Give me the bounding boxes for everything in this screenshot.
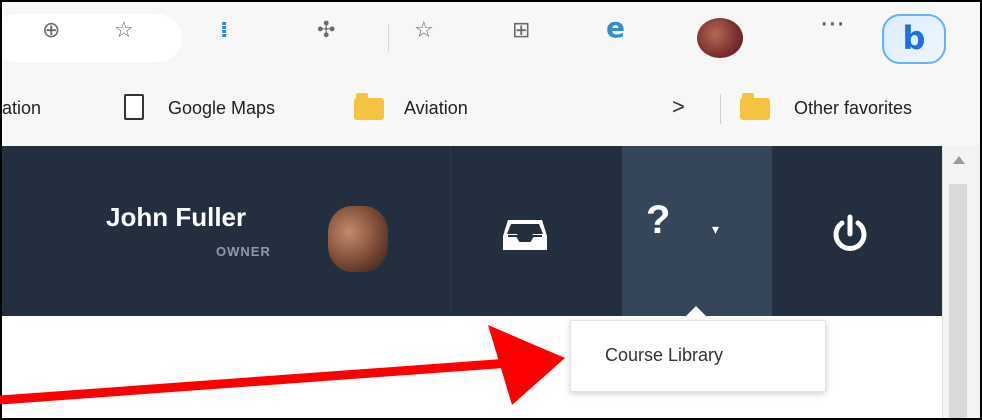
- address-bar-pill[interactable]: [2, 14, 182, 62]
- extensions-icon[interactable]: ✣: [317, 20, 335, 42]
- toolbar-divider: [388, 24, 389, 52]
- bookmark-aviation[interactable]: Aviation: [404, 98, 468, 119]
- screenshot-frame: ⊕ ☆ ⁞ ✣ ☆ ⊞ e ··· b ation Google Maps Av…: [0, 0, 982, 420]
- help-icon: ?: [646, 198, 671, 242]
- bars-extension-icon[interactable]: ⁞: [220, 20, 228, 42]
- app-header: John Fuller OWNER ? ▾: [2, 146, 942, 316]
- help-dropdown: Course Library: [570, 320, 826, 392]
- profile-avatar[interactable]: [697, 18, 743, 58]
- browser-toolbar: ⊕ ☆ ⁞ ✣ ☆ ⊞ e ··· b: [2, 2, 980, 76]
- menu-item-course-library[interactable]: Course Library: [605, 345, 723, 366]
- folder-icon: [740, 93, 770, 120]
- chevron-down-icon: ▾: [712, 222, 720, 238]
- document-icon: [124, 94, 144, 120]
- zoom-in-icon[interactable]: ⊕: [42, 20, 60, 42]
- edge-e-icon[interactable]: e: [606, 14, 625, 42]
- user-name: John Fuller: [106, 202, 247, 232]
- favorite-add-icon[interactable]: ☆: [114, 20, 134, 42]
- user-avatar[interactable]: [328, 206, 388, 272]
- more-icon[interactable]: ···: [820, 12, 845, 38]
- dropdown-pointer: [682, 306, 710, 320]
- user-role: OWNER: [216, 244, 271, 259]
- inbox-icon[interactable]: [502, 218, 548, 252]
- collections-icon[interactable]: ⊞: [512, 20, 530, 42]
- help-menu-button[interactable]: ? ▾: [622, 146, 772, 316]
- folder-icon: [354, 93, 384, 120]
- bing-icon[interactable]: b: [882, 14, 946, 64]
- header-divider: [450, 146, 451, 316]
- scroll-thumb[interactable]: [949, 184, 967, 418]
- favorites-icon[interactable]: ☆: [414, 20, 434, 42]
- scroll-up-arrow-icon[interactable]: [953, 156, 965, 164]
- power-icon[interactable]: [830, 214, 870, 254]
- bookmark-other-favorites[interactable]: Other favorites: [794, 98, 912, 119]
- bookmarks-bar: ation Google Maps Aviation > Other favor…: [2, 76, 980, 147]
- bookmark-google-maps[interactable]: Google Maps: [168, 98, 275, 119]
- bookmarks-divider: [720, 94, 721, 124]
- bookmarks-overflow-chevron[interactable]: >: [672, 94, 685, 120]
- scrollbar[interactable]: [942, 146, 980, 418]
- bookmark-item[interactable]: ation: [2, 98, 41, 119]
